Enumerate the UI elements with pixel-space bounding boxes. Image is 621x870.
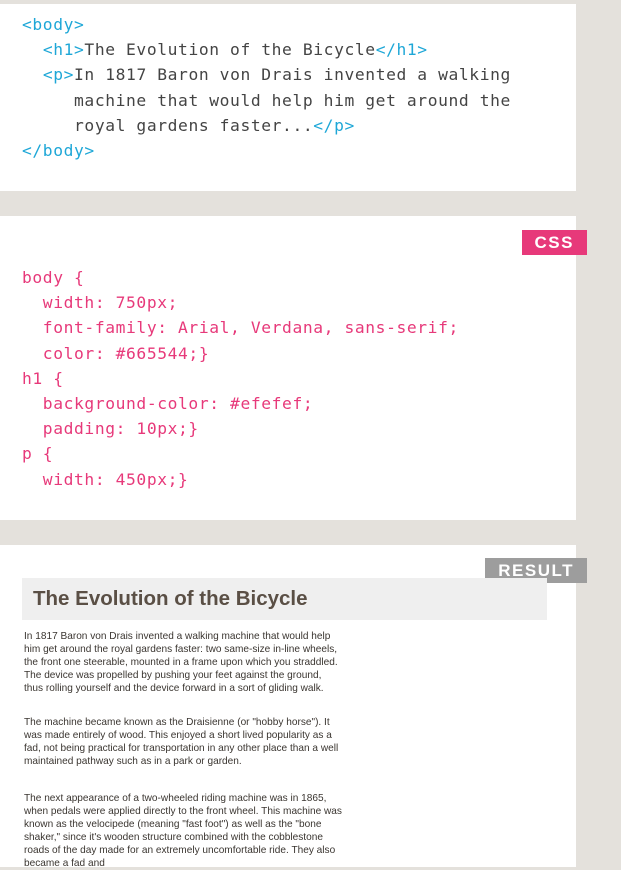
- css-line: width: 450px;}: [22, 469, 189, 489]
- result-paragraph: The machine became known as the Draisien…: [24, 717, 339, 767]
- css-line: background-color: #efefef;: [22, 394, 314, 414]
- css-tab-label: CSS: [521, 230, 587, 255]
- code-text: The Evolution of the Bicycle: [84, 40, 376, 60]
- css-code-block: body { width: 750px; font-family: Arial,…: [22, 265, 459, 492]
- code-text: machine that would help him get around t…: [74, 90, 511, 110]
- result-paragraph: The next appearance of a two-wheeled rid…: [24, 793, 342, 869]
- result-heading: The Evolution of the Bicycle: [22, 578, 547, 620]
- css-line: color: #665544;}: [22, 343, 210, 363]
- code-tag: </p>: [313, 115, 355, 135]
- code-tag: </h1>: [375, 40, 428, 60]
- code-tag: <body>: [22, 15, 85, 34]
- html-code-block: <body> <h1>The Evolution of the Bicycle<…: [22, 12, 511, 163]
- css-line: p {: [22, 444, 54, 464]
- result-paragraph: In 1817 Baron von Drais invented a walki…: [24, 631, 338, 694]
- code-tag: <p>: [42, 65, 75, 85]
- css-line: padding: 10px;}: [22, 419, 199, 439]
- css-line: width: 750px;: [22, 293, 179, 313]
- css-line: body {: [22, 268, 85, 287]
- code-tag: <h1>: [42, 40, 85, 60]
- code-text: royal gardens faster...: [74, 115, 314, 135]
- code-text: In 1817 Baron von Drais invented a walki…: [74, 65, 511, 85]
- code-tag: </body>: [22, 141, 95, 161]
- css-line: font-family: Arial, Verdana, sans-serif;: [22, 318, 459, 338]
- css-line: h1 {: [22, 368, 64, 388]
